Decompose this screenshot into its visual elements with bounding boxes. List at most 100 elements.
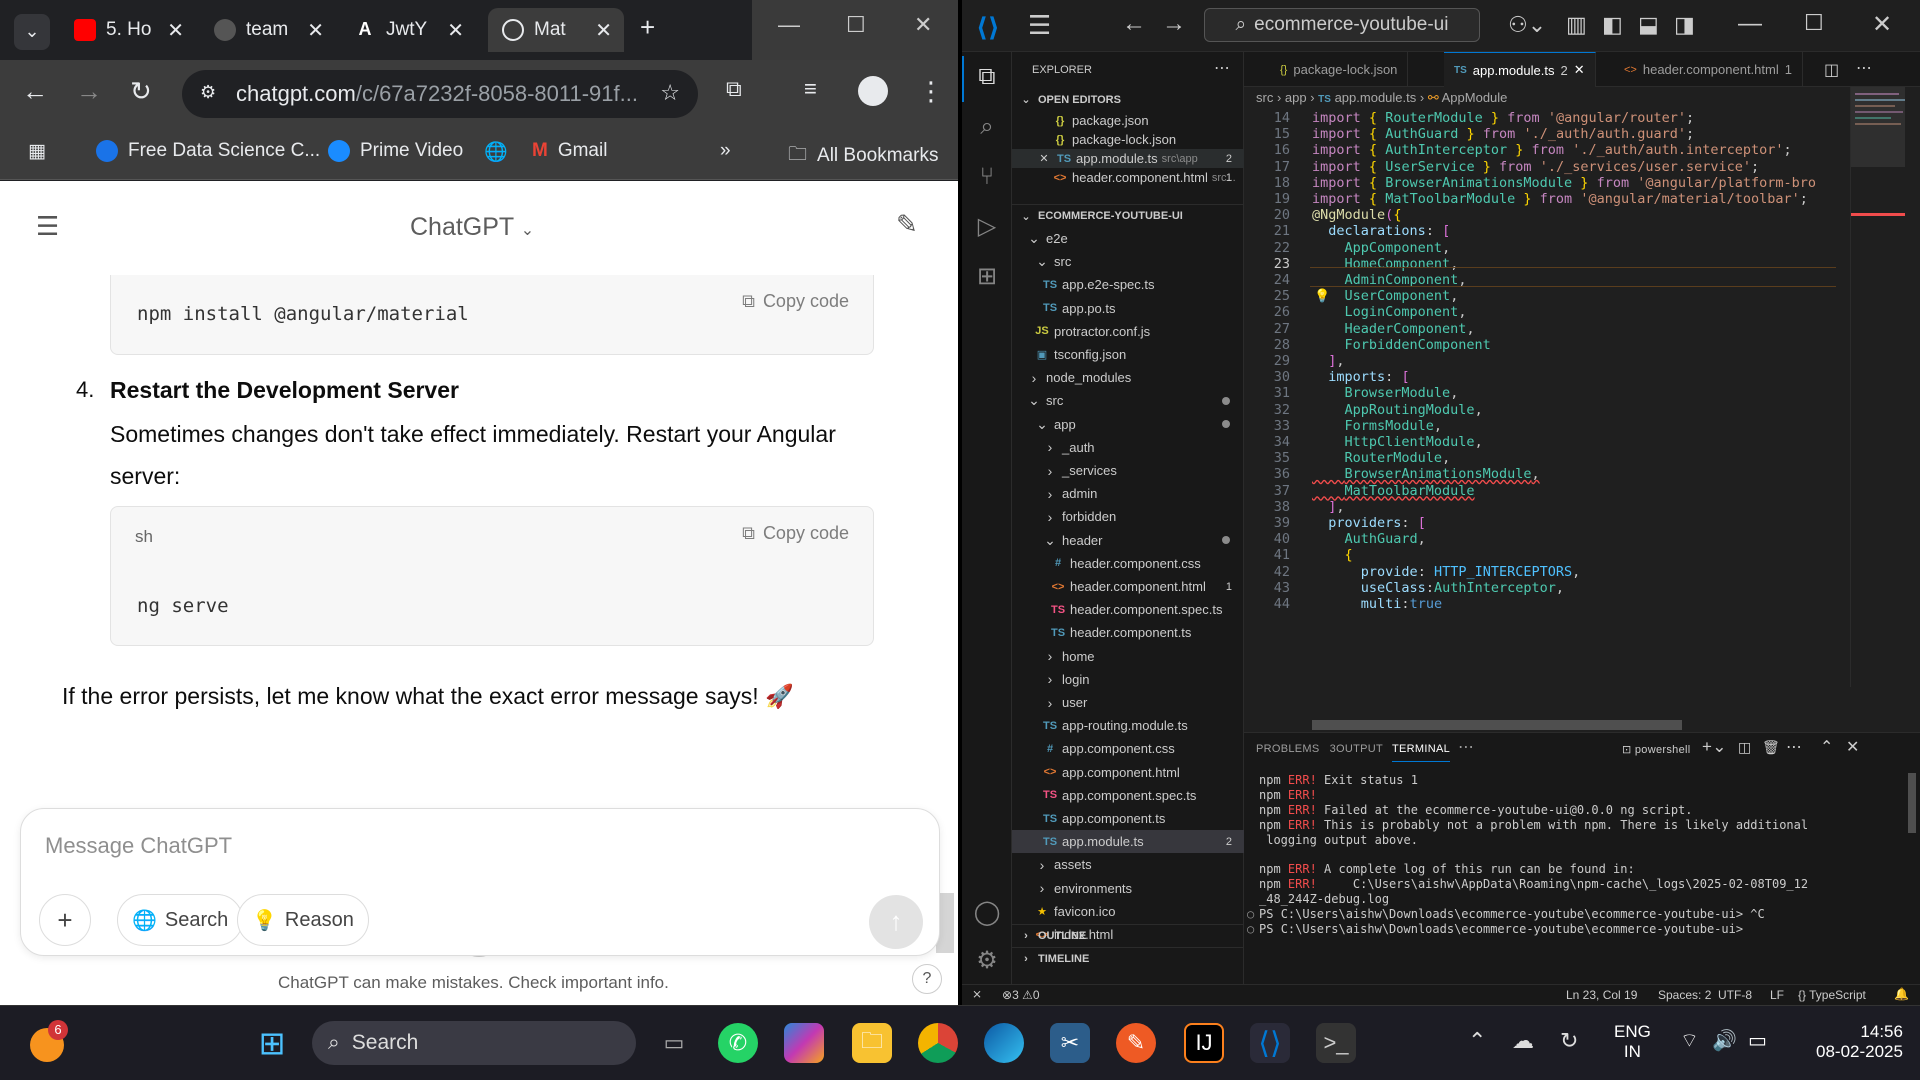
lightbulb-icon[interactable]: 💡 [1314,288,1330,304]
tab-terminal[interactable]: TERMINAL [1392,743,1451,762]
menu-icon[interactable]: ⋮ [918,76,944,107]
settings-gear-icon[interactable]: ⚙ [972,946,1002,976]
editor-tab[interactable]: {} package-lock.json [1270,52,1409,87]
close-icon[interactable]: ✕ [447,18,464,43]
battery-icon[interactable]: ▭ [1748,1028,1767,1053]
folder-item[interactable]: › admin [1012,482,1244,505]
snipping-icon[interactable]: ✂ [1050,1023,1090,1063]
copy-code-button[interactable]: ⧉ Copy code [742,523,849,544]
bookmark-star-icon[interactable]: ☆ [660,80,680,106]
outline-section[interactable]: › OUTLINE [1012,924,1244,947]
tab-output[interactable]: OUTPUT [1336,743,1383,755]
media-icon[interactable]: ≡ [804,76,817,102]
onedrive-icon[interactable]: ☁ [1512,1028,1534,1054]
copy-code-button[interactable]: ⧉ Copy code [742,291,849,312]
run-debug-icon[interactable]: ▷ [972,212,1002,242]
line-ending[interactable]: LF [1770,988,1784,1002]
tab-youtube[interactable]: 5. Ho ✕ [60,8,196,52]
taskbar-search[interactable]: ⌕ Search [312,1021,636,1065]
folder-item[interactable]: ⌄ header [1012,529,1244,552]
open-editors-header[interactable]: ⌄ OPEN EDITORS [1012,88,1244,111]
whatsapp-icon[interactable]: ✆ [718,1023,758,1063]
file-item[interactable]: TS app.module.ts 2 [1012,830,1244,854]
tab-github[interactable]: team ✕ [200,8,336,52]
file-item[interactable]: JS protractor.conf.js [1012,320,1244,343]
open-editor-item[interactable]: {} package-lock.json [1012,130,1244,149]
wifi-icon[interactable]: ⌔ [1680,1028,1699,1053]
timeline-section[interactable]: › TIMELINE [1012,947,1244,970]
chrome-icon[interactable] [918,1023,958,1063]
folder-item[interactable]: ⌄ e2e [1012,227,1244,250]
files-icon[interactable]: ⧉ [972,62,1002,92]
close-icon[interactable]: ✕ [1574,62,1585,78]
search-icon[interactable]: ⌕ [972,112,1002,142]
postman-icon[interactable]: ✎ [1116,1023,1156,1063]
file-explorer-icon[interactable]: 🗀 [852,1023,892,1063]
folder-item[interactable]: › login [1012,668,1244,691]
bookmark-datascience[interactable]: Free Data Science C... [96,140,320,162]
edge-icon[interactable] [984,1023,1024,1063]
encoding[interactable]: UTF-8 [1718,988,1752,1002]
terminal-icon[interactable]: >_ [1316,1023,1356,1063]
code-view[interactable]: 14 import { RouterModule } from '@angular… [1244,110,1844,730]
open-editor-item[interactable]: ✕ TS app.module.ts src\app 2 [1012,149,1244,168]
project-header[interactable]: ⌄ ECOMMERCE-YOUTUBE-UI [1012,204,1244,227]
site-info-icon[interactable]: ⚙ [200,82,216,103]
terminal-shell[interactable]: ⊡ powershell [1622,743,1690,756]
back-icon[interactable]: ← [1122,10,1146,38]
toggle-sidebar-icon[interactable]: ◧ [1602,12,1623,38]
language-mode[interactable]: {} TypeScript [1798,988,1866,1002]
more-actions-icon[interactable]: ⋯ [1856,58,1872,78]
language-indicator[interactable]: ENG IN [1614,1022,1651,1062]
bookmark-primevideo[interactable]: Prime Video [328,140,463,162]
help-button[interactable]: ? [912,964,942,994]
trash-icon[interactable]: 🗑 [1762,739,1780,756]
toggle-panel-icon[interactable]: ⬓ [1638,12,1659,38]
folder-item[interactable]: › home [1012,645,1244,668]
reason-button[interactable]: 💡 Reason [237,894,369,946]
tab-jwt[interactable]: A JwtY ✕ [340,8,476,52]
vscode-icon[interactable]: ⟨⟩ [1250,1023,1290,1063]
task-view-icon[interactable]: ▭ [654,1023,694,1063]
folder-item[interactable]: › assets [1012,853,1244,876]
folder-item[interactable]: ⌄ app [1012,413,1244,436]
maximize-panel-icon[interactable]: ⌃ [1820,737,1834,757]
notifications-icon[interactable]: 🔔 [1894,987,1909,1001]
folder-item[interactable]: › user [1012,691,1244,714]
bookmark-gmail[interactable]: M Gmail [532,140,607,162]
model-selector[interactable]: ChatGPT ⌄ [410,213,534,242]
file-item[interactable]: TS app.po.ts [1012,297,1244,320]
reload-icon[interactable]: ↻ [130,76,152,107]
close-icon[interactable]: ✕ [1036,152,1052,165]
all-bookmarks[interactable]: 🗀 All Bookmarks [788,140,938,172]
file-item[interactable]: # app.component.css [1012,737,1244,760]
file-item[interactable]: TS app.component.spec.ts [1012,784,1244,807]
tab-problems[interactable]: PROBLEMS 3 [1256,743,1336,755]
more-actions-icon[interactable]: ⋯ [1458,737,1474,757]
command-center[interactable]: ⌕ ecommerce-youtube-ui [1204,8,1480,42]
new-terminal-icon[interactable]: +⌄ [1702,737,1727,757]
apps-icon[interactable]: ▦ [28,140,46,163]
editor-tab-active[interactable]: TS app.module.ts 2 ✕ [1444,52,1596,87]
folder-item[interactable]: ⌄ src [1012,389,1244,412]
cursor-position[interactable]: Ln 23, Col 19 [1566,988,1637,1002]
file-item[interactable]: ★ favicon.ico [1012,900,1244,923]
file-item[interactable]: <> header.component.html 1 [1012,575,1244,598]
clock[interactable]: 14:56 08-02-2025 [1816,1022,1903,1062]
maximize-icon[interactable]: ☐ [846,12,866,38]
folder-item[interactable]: › _services [1012,459,1244,482]
globe-icon[interactable]: 🌐 [484,140,508,164]
avatar[interactable] [858,76,888,106]
folder-item[interactable]: › environments [1012,877,1244,900]
send-button[interactable]: ↑ [869,895,923,949]
more-actions-icon[interactable]: ⋯ [1786,737,1802,757]
file-item[interactable]: TS app-routing.module.ts [1012,714,1244,737]
file-item[interactable]: TS header.component.spec.ts [1012,598,1244,621]
indentation[interactable]: Spaces: 2 [1658,988,1711,1002]
open-editor-item[interactable]: {} package.json [1012,111,1244,130]
copilot-icon[interactable] [784,1023,824,1063]
address-bar[interactable]: ⚙ chatgpt.com/c/67a7232f-8058-8011-91f..… [182,70,698,118]
back-icon[interactable]: ← [22,76,48,107]
forward-icon[interactable]: → [76,76,102,107]
open-editor-item[interactable]: <> header.component.html src... 1 [1012,168,1244,187]
